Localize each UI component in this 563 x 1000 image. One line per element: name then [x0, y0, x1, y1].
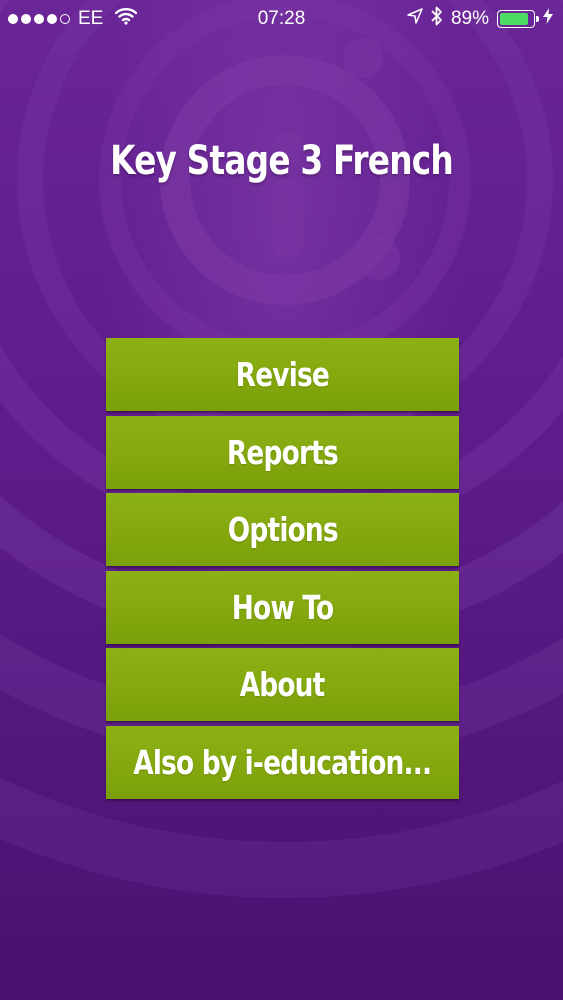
- about-button-label: About: [240, 665, 326, 705]
- charging-bolt-icon: [543, 8, 553, 30]
- app-screen: EE 07:28 89% Key Stage 3 French Revise R…: [0, 0, 563, 1000]
- battery-icon: [497, 10, 539, 28]
- status-bar: EE 07:28 89%: [0, 0, 563, 40]
- how-to-button-label: How To: [231, 587, 334, 627]
- battery-percent: 89%: [450, 8, 489, 29]
- bluetooth-icon: [431, 6, 443, 32]
- main-menu: Revise Reports Options How To About Also…: [106, 338, 459, 804]
- revise-button[interactable]: Revise: [106, 338, 459, 411]
- revise-button-label: Revise: [235, 355, 330, 394]
- options-button-label: Options: [227, 510, 338, 550]
- about-button[interactable]: About: [106, 648, 459, 722]
- app-title: Key Stage 3 French: [110, 138, 454, 184]
- options-button[interactable]: Options: [106, 493, 459, 567]
- how-to-button[interactable]: How To: [106, 570, 459, 644]
- reports-button[interactable]: Reports: [106, 415, 459, 489]
- location-arrow-icon: [407, 8, 423, 30]
- reports-button-label: Reports: [226, 432, 339, 472]
- also-by-i-education-button[interactable]: Also by i-education...: [106, 725, 459, 799]
- also-by-i-education-button-label: Also by i-education...: [133, 742, 433, 782]
